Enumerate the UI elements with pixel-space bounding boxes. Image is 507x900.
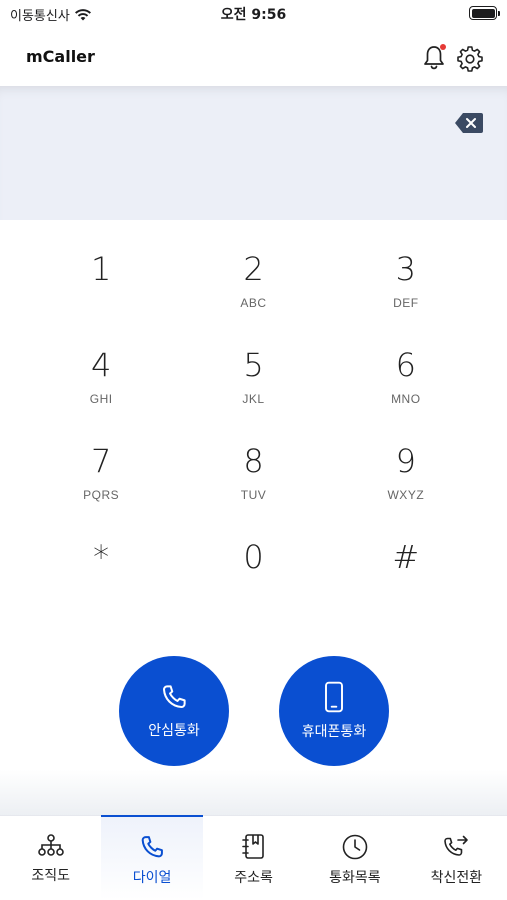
- mobile-call-label: 휴대폰통화: [301, 724, 367, 740]
- bottom-fade: [0, 770, 507, 816]
- tab-label: 조직도: [31, 868, 71, 884]
- key-letters: ABC: [240, 296, 267, 310]
- dial-input-area[interactable]: [0, 86, 507, 220]
- key-letters: GHI: [89, 392, 113, 406]
- key-2[interactable]: 2 ABC: [177, 250, 329, 348]
- settings-button[interactable]: [456, 44, 484, 72]
- key-digit: 6: [395, 346, 416, 384]
- key-7[interactable]: 7 PQRS: [25, 442, 177, 540]
- notification-badge: [440, 44, 446, 50]
- tab-call-history[interactable]: 통화목록: [304, 816, 405, 900]
- key-0[interactable]: 0: [177, 538, 329, 636]
- safe-call-label: 안심통화: [148, 723, 200, 739]
- key-6[interactable]: 6 MNO: [330, 346, 482, 444]
- key-3[interactable]: 3 DEF: [330, 250, 482, 348]
- backspace-icon: [455, 113, 483, 133]
- key-9[interactable]: 9 WXYZ: [330, 442, 482, 540]
- key-star[interactable]: *: [25, 538, 177, 636]
- key-1[interactable]: 1: [25, 250, 177, 348]
- key-letters: TUV: [240, 488, 267, 502]
- key-letters: WXYZ: [387, 488, 425, 502]
- key-digit: 5: [243, 346, 264, 384]
- phone-icon: [163, 685, 186, 708]
- key-digit: #: [392, 538, 420, 576]
- safe-call-button[interactable]: 안심통화: [119, 656, 229, 766]
- key-letters: MNO: [391, 392, 421, 406]
- key-8[interactable]: 8 TUV: [177, 442, 329, 540]
- key-digit: 7: [90, 442, 112, 480]
- status-bar: 이동통신사 오전 9:56: [0, 0, 507, 30]
- tab-org-chart[interactable]: 조직도: [0, 816, 101, 900]
- key-letters: DEF: [393, 296, 419, 310]
- org-chart-icon: [37, 834, 64, 856]
- key-digit: 1: [90, 250, 112, 288]
- tab-dial[interactable]: 다이얼: [101, 815, 204, 900]
- status-time: 오전 9:56: [220, 7, 287, 23]
- key-hash[interactable]: #: [330, 538, 482, 636]
- backspace-button[interactable]: [454, 112, 484, 134]
- key-digit: *: [93, 538, 110, 576]
- tab-label: 다이얼: [132, 870, 172, 886]
- tab-label: 주소록: [234, 870, 273, 886]
- gear-icon: [457, 46, 483, 72]
- tab-call-forwarding[interactable]: 착신전환: [406, 816, 507, 900]
- key-5[interactable]: 5 JKL: [177, 346, 329, 444]
- app-title: mCaller: [26, 47, 95, 66]
- tab-address-book[interactable]: 주소록: [203, 816, 304, 900]
- app-header: mCaller: [0, 34, 507, 82]
- key-digit: 0: [243, 538, 264, 576]
- phone-icon: [141, 836, 164, 858]
- key-letters: PQRS: [83, 488, 120, 502]
- tab-bar: 조직도 다이얼 주소록 통화목록 착신전환: [0, 815, 507, 900]
- tab-label: 통화목록: [329, 870, 381, 886]
- mobile-phone-icon: [325, 681, 343, 713]
- key-digit: 3: [395, 250, 416, 288]
- key-digit: 2: [243, 250, 264, 288]
- battery-icon: [469, 6, 500, 20]
- mobile-call-button[interactable]: 휴대폰통화: [279, 656, 389, 766]
- key-digit: 8: [243, 442, 264, 480]
- key-digit: 9: [395, 442, 416, 480]
- key-digit: 4: [90, 346, 112, 384]
- address-book-icon: [241, 834, 264, 859]
- call-forward-icon: [444, 835, 469, 856]
- notification-button[interactable]: [421, 44, 447, 72]
- tab-label: 착신전환: [430, 870, 483, 886]
- keypad: 1 2 ABC 3 DEF 4 GHI 5 JKL 6 MNO 7 PQRS 8…: [25, 250, 482, 636]
- clock-icon: [342, 834, 368, 860]
- key-letters: JKL: [242, 392, 265, 406]
- key-4[interactable]: 4 GHI: [25, 346, 177, 444]
